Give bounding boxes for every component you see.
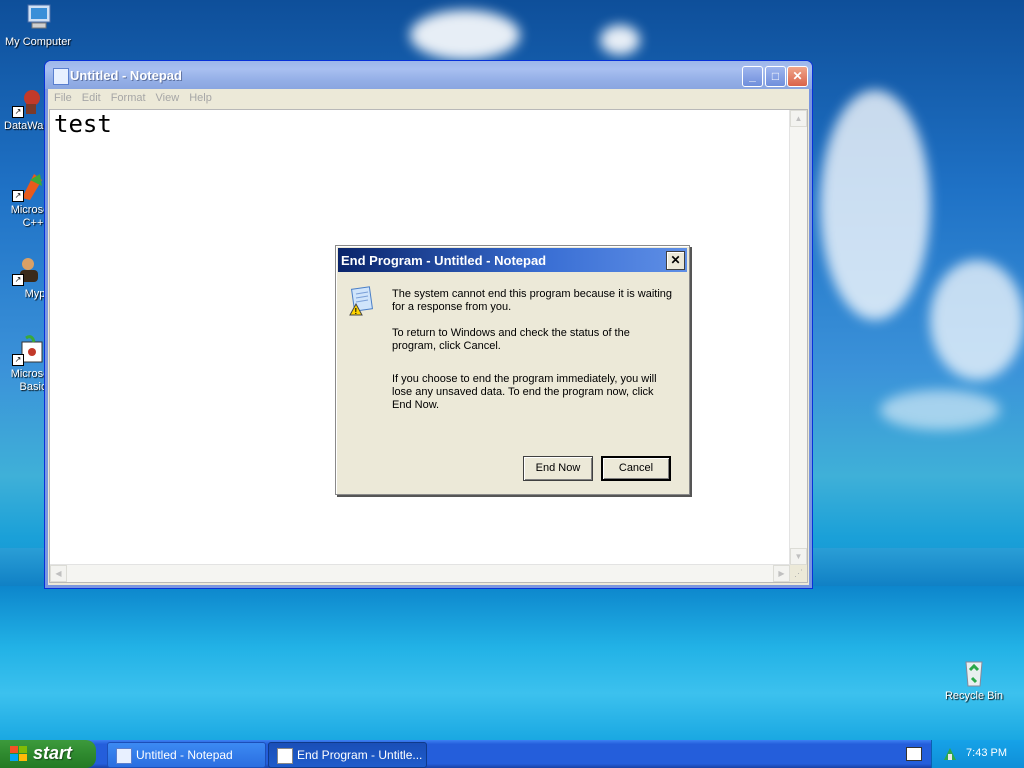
- shortcut-arrow-icon: ↗: [12, 106, 24, 118]
- visual-basic-icon: ↗: [12, 334, 44, 366]
- scroll-down-icon[interactable]: ▼: [790, 548, 807, 565]
- people-icon: ↗: [12, 254, 44, 286]
- start-button[interactable]: start: [0, 740, 96, 768]
- resize-grip-icon[interactable]: ⋰: [790, 565, 807, 582]
- dialog-message-1: The system cannot end this program becau…: [392, 288, 673, 313]
- keyboard-icon[interactable]: [906, 747, 922, 761]
- clock[interactable]: 7:43 PM: [966, 747, 1007, 759]
- dialog-message-3: If you choose to end the program immedia…: [392, 373, 657, 411]
- menu-view[interactable]: View: [151, 89, 185, 104]
- dialog-title: End Program - Untitled - Notepad: [341, 253, 547, 268]
- notepad-title: Untitled - Notepad: [70, 68, 182, 83]
- notepad-icon: [116, 748, 132, 764]
- cancel-button[interactable]: Cancel: [601, 456, 671, 481]
- dialog-message-2: To return to Windows and check the statu…: [392, 327, 630, 352]
- visual-cpp-icon: ↗: [12, 170, 44, 202]
- taskbar-item-label: End Program - Untitle...: [297, 748, 423, 762]
- shortcut-arrow-icon: ↗: [12, 274, 24, 286]
- menu-file[interactable]: File: [49, 89, 77, 104]
- taskbar: start Untitled - Notepad End Program - U…: [0, 740, 1024, 768]
- desktop-icon-my-computer[interactable]: My Computer: [0, 2, 76, 49]
- notepad-titlebar[interactable]: Untitled - Notepad _ □ ✕: [45, 61, 812, 89]
- dialog-titlebar[interactable]: End Program - Untitled - Notepad ✕: [338, 248, 687, 272]
- vertical-scrollbar[interactable]: ▲ ▼: [789, 110, 807, 565]
- window-icon: [277, 748, 293, 764]
- end-now-button[interactable]: End Now: [523, 456, 593, 481]
- desktop-icon-label: My Computer: [4, 36, 72, 48]
- shortcut-arrow-icon: ↗: [12, 190, 24, 202]
- maximize-button[interactable]: □: [765, 66, 786, 87]
- menu-format[interactable]: Format: [106, 89, 151, 104]
- minimize-button[interactable]: _: [742, 66, 763, 87]
- recycle-bin-icon: [958, 656, 990, 688]
- menu-help[interactable]: Help: [184, 89, 217, 104]
- system-tray: 7:43 PM: [931, 740, 1024, 768]
- scroll-left-icon[interactable]: ◀: [50, 565, 67, 582]
- desktop-icon-recycle-bin[interactable]: Recycle Bin: [936, 656, 1012, 703]
- taskbar-item-label: Untitled - Notepad: [136, 748, 233, 762]
- scroll-right-icon[interactable]: ▶: [773, 565, 790, 582]
- notepad-menubar: File Edit Format View Help: [49, 89, 808, 108]
- datawar-icon: ↗: [12, 86, 44, 118]
- menu-edit[interactable]: Edit: [77, 89, 106, 104]
- sea: [0, 586, 1024, 740]
- windows-logo-icon: [10, 746, 27, 761]
- shortcut-arrow-icon: ↗: [12, 354, 24, 366]
- computer-icon: [22, 2, 54, 34]
- svg-text:!: !: [355, 307, 358, 316]
- end-program-dialog[interactable]: End Program - Untitled - Notepad ✕ ! The…: [335, 245, 690, 495]
- notepad-content[interactable]: test: [54, 110, 112, 138]
- horizontal-scrollbar[interactable]: ◀ ▶: [50, 564, 790, 582]
- desktop-icon-label: Recycle Bin: [944, 690, 1004, 702]
- start-label: start: [33, 743, 73, 763]
- close-button[interactable]: ✕: [787, 66, 808, 87]
- taskbar-item-end-program[interactable]: End Program - Untitle...: [268, 742, 427, 768]
- notepad-warning-icon: !: [349, 286, 374, 316]
- dialog-close-button[interactable]: ✕: [666, 251, 685, 270]
- taskbar-item-notepad[interactable]: Untitled - Notepad: [107, 742, 266, 768]
- notepad-icon: [53, 68, 69, 85]
- scroll-up-icon[interactable]: ▲: [790, 110, 807, 127]
- network-icon[interactable]: [942, 746, 958, 762]
